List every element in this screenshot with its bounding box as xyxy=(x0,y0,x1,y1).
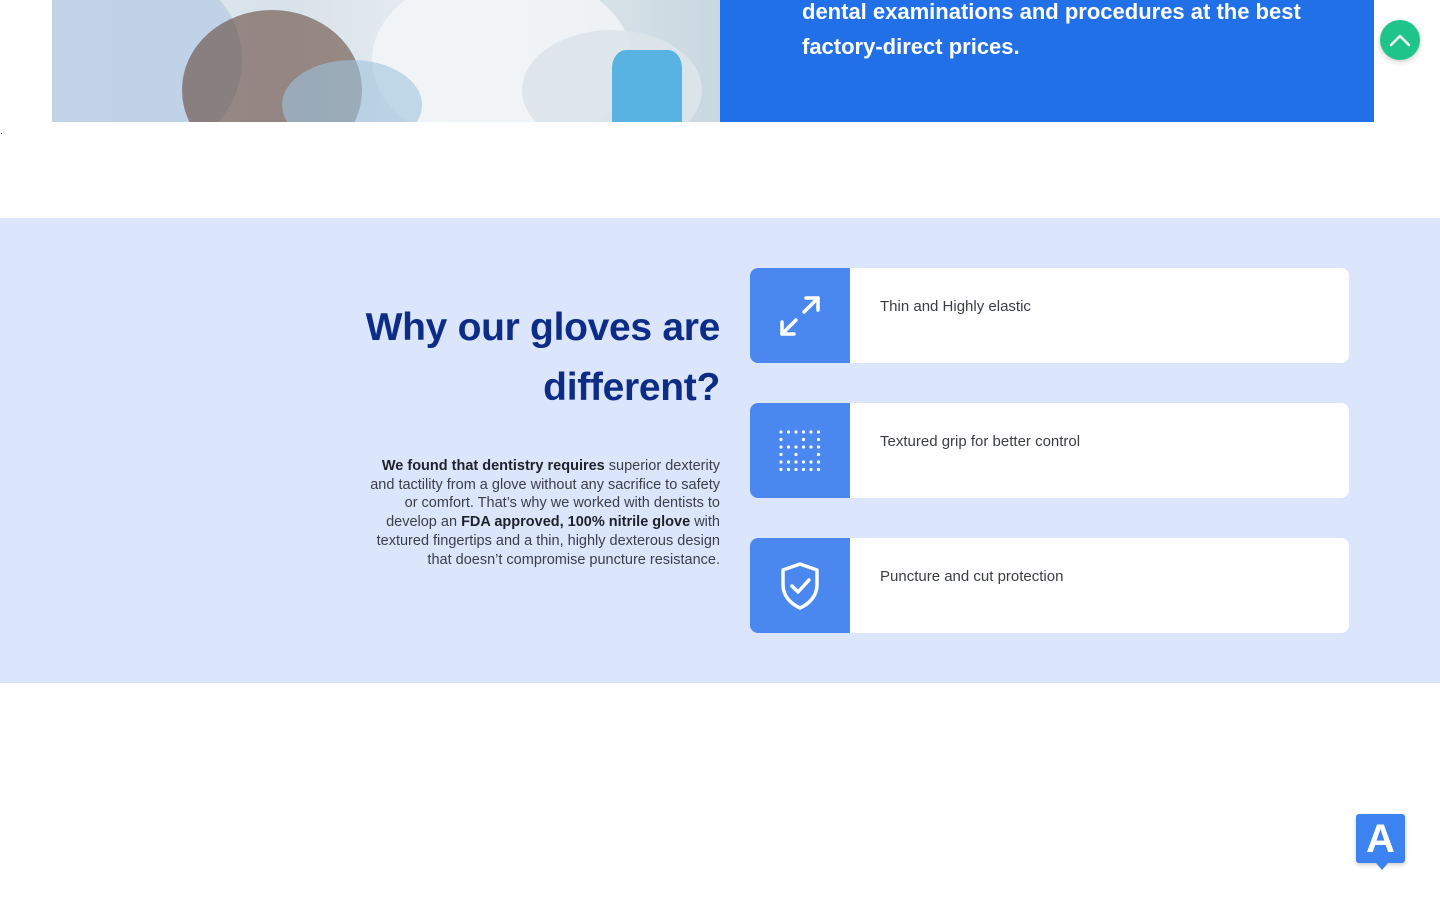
feature-card-elastic: Thin and Highly elastic xyxy=(750,268,1349,363)
stray-mark: . xyxy=(0,126,3,137)
features-section: Why our gloves are different? We found t… xyxy=(0,218,1440,683)
feature-card-protection: Puncture and cut protection xyxy=(750,538,1349,633)
hero-blue-panel: dental examinations and procedures at th… xyxy=(720,0,1374,122)
feature-icon-box xyxy=(750,268,850,363)
section-headline: Why our gloves are different? xyxy=(365,306,721,409)
page: dental examinations and procedures at th… xyxy=(0,0,1440,900)
description-bold-1: We found that dentistry requires xyxy=(381,458,605,474)
feature-card-grip: Textured grip for better control xyxy=(750,403,1349,498)
section-description: We found that dentistry requires superio… xyxy=(360,457,720,569)
shield-check-icon xyxy=(781,561,819,610)
feature-label: Textured grip for better control xyxy=(880,433,1081,450)
feature-label: Puncture and cut protection xyxy=(880,568,1064,585)
feature-icon-box xyxy=(750,403,850,498)
chevron-up-icon xyxy=(1389,34,1411,47)
hero-text: dental examinations and procedures at th… xyxy=(802,0,1301,59)
feature-label: Thin and Highly elastic xyxy=(880,298,1031,315)
hero-photo xyxy=(52,0,720,122)
badge-letter: A xyxy=(1366,816,1395,861)
scroll-to-top-button[interactable] xyxy=(1380,20,1420,60)
expand-arrows-icon xyxy=(780,295,820,336)
feature-icon-box xyxy=(750,538,850,633)
accessibility-badge-icon[interactable]: A xyxy=(1356,814,1405,870)
dot-grid-icon xyxy=(779,429,821,471)
description-bold-2: FDA approved, 100% nitrile glove xyxy=(461,514,691,531)
